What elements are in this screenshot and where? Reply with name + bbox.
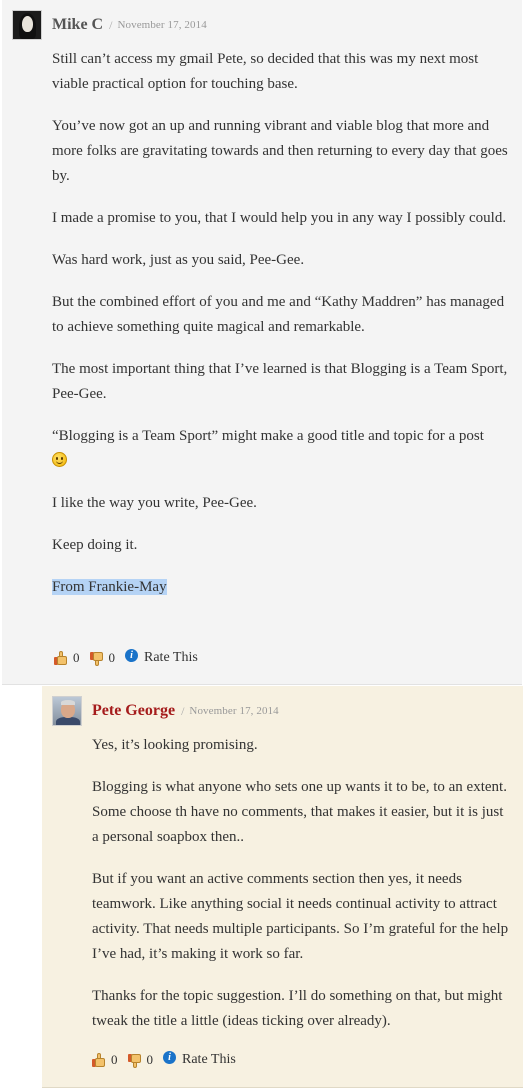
comment-author-link[interactable]: Pete George: [92, 702, 175, 720]
comment-rating: 0 0 i Rate This: [54, 648, 198, 666]
avatar[interactable]: [52, 696, 82, 726]
comment-paragraph: Still can’t access my gmail Pete, so dec…: [52, 51, 479, 92]
comment-paragraph: But the combined effort of you and me an…: [52, 294, 505, 335]
comment-signature: From Frankie-May: [52, 575, 512, 600]
comment-paragraph-text: “Blogging is a Team Sport” might make a …: [52, 428, 484, 444]
comment-paragraph: But if you want an active comments secti…: [92, 871, 509, 962]
up-vote-count: 0: [111, 1052, 118, 1067]
comment-header: Mike C / November 17, 2014: [12, 10, 207, 40]
comment-mike-c: Mike C / November 17, 2014 Still can’t a…: [2, 0, 522, 685]
down-vote-count: 0: [146, 1052, 154, 1067]
rate-this-label: Rate This: [144, 650, 198, 665]
comment-date[interactable]: November 17, 2014: [189, 705, 278, 717]
selected-text: From Frankie-May: [52, 579, 167, 595]
comment-paragraph: Thanks for the topic suggestion. I’ll do…: [92, 988, 503, 1029]
comment-paragraph: Keep doing it.: [52, 537, 138, 553]
comment-paragraph: You’ve now got an up and running vibrant…: [52, 118, 508, 184]
comment-rating: 0 0 i Rate This: [92, 1050, 236, 1068]
comment-body: Still can’t access my gmail Pete, so dec…: [52, 47, 512, 617]
thumbs-up-icon[interactable]: [92, 1052, 107, 1068]
smiley-icon: [52, 452, 67, 467]
rate-this-label: Rate This: [182, 1052, 236, 1067]
comment-paragraph-with-emoji: “Blogging is a Team Sport” might make a …: [52, 424, 512, 474]
comment-date[interactable]: November 17, 2014: [117, 19, 206, 31]
comment-paragraph: I like the way you write, Pee-Gee.: [52, 495, 257, 511]
meta-separator: /: [181, 703, 185, 718]
info-icon[interactable]: i: [163, 1050, 176, 1064]
comment-author: Mike C: [52, 16, 104, 33]
info-icon[interactable]: i: [125, 648, 138, 662]
meta-separator: /: [109, 17, 113, 32]
avatar[interactable]: [12, 10, 42, 40]
up-vote-count: 0: [73, 650, 80, 665]
comment-body: Yes, it’s looking promising. Blogging is…: [92, 733, 512, 1051]
down-vote-count: 0: [108, 650, 116, 665]
comment-paragraph: Blogging is what anyone who sets one up …: [92, 779, 507, 845]
comment-paragraph: Was hard work, just as you said, Pee-Gee…: [52, 252, 305, 268]
thumbs-down-icon[interactable]: [127, 1053, 143, 1068]
thumbs-down-icon[interactable]: [89, 651, 105, 666]
comment-paragraph: Yes, it’s looking promising.: [92, 737, 258, 753]
comment-header: Pete George / November 17, 2014: [52, 696, 279, 726]
thumbs-up-icon[interactable]: [54, 650, 69, 666]
comment-paragraph: I made a promise to you, that I would he…: [52, 210, 507, 226]
comment-paragraph: The most important thing that I’ve learn…: [52, 361, 508, 402]
